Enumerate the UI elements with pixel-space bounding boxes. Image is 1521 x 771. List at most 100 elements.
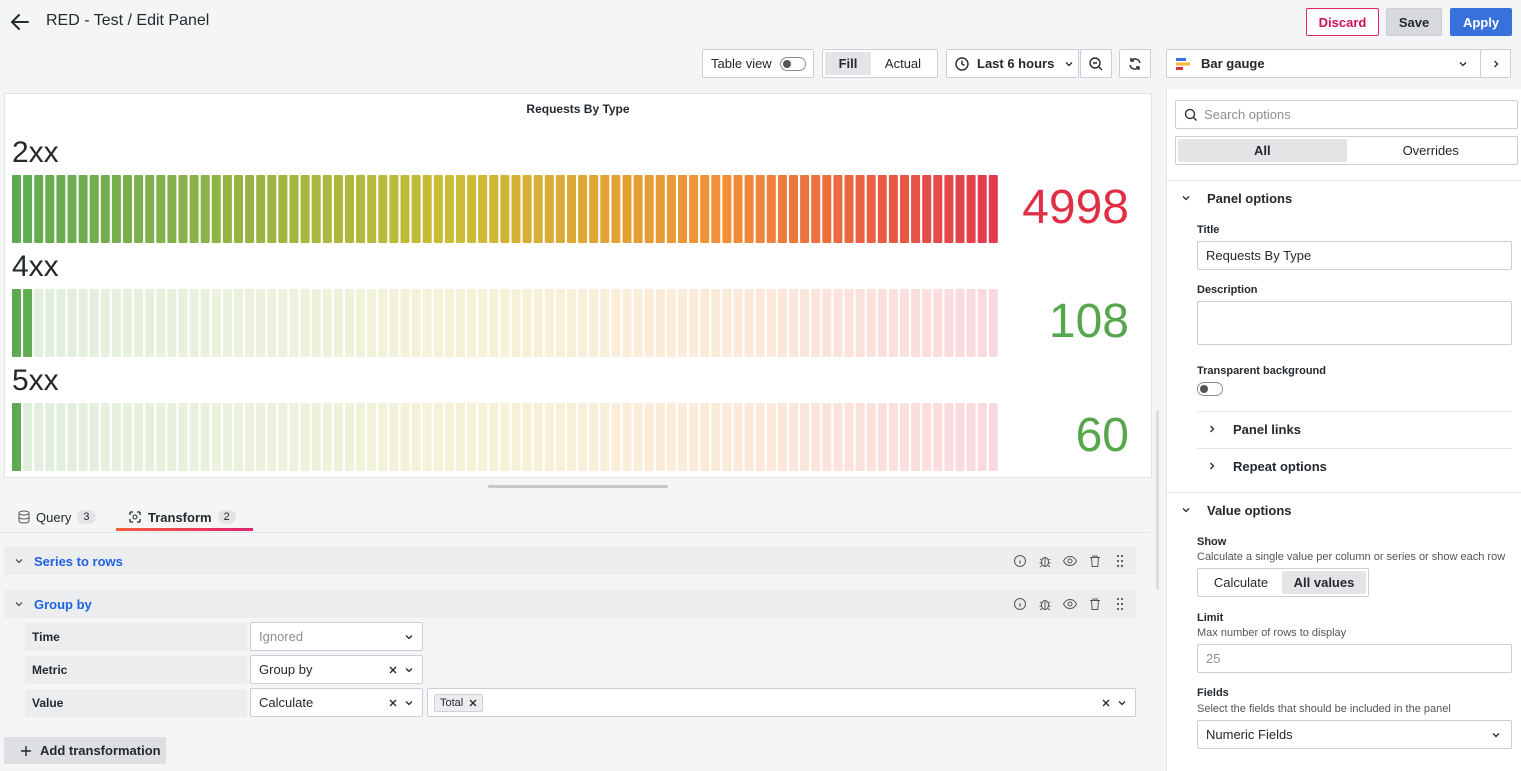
gauge-segment-unlit bbox=[922, 403, 932, 471]
value-select-value: Calculate bbox=[259, 695, 314, 710]
tab-transform[interactable]: Transform 2 bbox=[128, 504, 236, 530]
trash-icon[interactable] bbox=[1087, 596, 1103, 612]
actual-option[interactable]: Actual bbox=[871, 52, 935, 75]
gauge-segment-lit bbox=[322, 175, 332, 243]
panel-options-title: Panel options bbox=[1207, 190, 1293, 206]
add-transformation-button[interactable]: Add transformation bbox=[4, 737, 166, 764]
chevron-down-icon bbox=[404, 698, 414, 708]
eye-icon[interactable] bbox=[1062, 596, 1078, 612]
drag-handle-icon[interactable] bbox=[1112, 596, 1128, 612]
panel-links-title: Panel links bbox=[1233, 421, 1301, 437]
info-icon[interactable] bbox=[1012, 596, 1028, 612]
clear-icon[interactable] bbox=[1101, 698, 1111, 708]
discard-button[interactable]: Discard bbox=[1306, 8, 1379, 36]
panel-options-header[interactable]: Panel options bbox=[1167, 189, 1521, 207]
repeat-options-header[interactable]: Repeat options bbox=[1167, 457, 1521, 475]
toggle-options-pane-button[interactable] bbox=[1480, 49, 1511, 78]
clear-icon[interactable] bbox=[388, 698, 398, 708]
gauge-segment-unlit bbox=[267, 289, 277, 357]
tab-all[interactable]: All bbox=[1178, 139, 1347, 162]
gauge-segment-unlit bbox=[888, 403, 898, 471]
gauge-segment-lit bbox=[156, 175, 166, 243]
panel-links-header[interactable]: Panel links bbox=[1167, 420, 1521, 438]
gauge-segment-unlit bbox=[367, 403, 377, 471]
gauge-segment-unlit bbox=[333, 289, 343, 357]
transparent-background-switch[interactable] bbox=[1197, 382, 1223, 396]
gauge-segment-lit bbox=[666, 175, 676, 243]
show-all-values-option[interactable]: All values bbox=[1282, 571, 1366, 594]
tab-overrides[interactable]: Overrides bbox=[1347, 139, 1516, 162]
value-options-header[interactable]: Value options bbox=[1167, 501, 1521, 519]
fields-select[interactable]: Numeric Fields bbox=[1197, 720, 1512, 749]
back-arrow-icon[interactable] bbox=[8, 10, 32, 34]
gauge-segment-unlit bbox=[500, 403, 510, 471]
table-view-toggle[interactable]: Table view bbox=[702, 49, 814, 78]
gauge-segment-lit bbox=[23, 289, 33, 357]
zoom-out-button[interactable] bbox=[1080, 49, 1112, 78]
show-calculate-option[interactable]: Calculate bbox=[1200, 571, 1282, 594]
tab-transform-count: 2 bbox=[217, 510, 236, 524]
panel-resize-handle[interactable] bbox=[488, 485, 668, 488]
gauge-segment-lit bbox=[633, 175, 643, 243]
gauge-segment-unlit bbox=[811, 289, 821, 357]
gauge-segment-lit bbox=[733, 175, 743, 243]
gauge-segment-lit bbox=[622, 175, 632, 243]
gauge-segment-unlit bbox=[633, 289, 643, 357]
gauge-segment-lit bbox=[211, 175, 221, 243]
gauge-segment-unlit bbox=[644, 403, 654, 471]
save-button[interactable]: Save bbox=[1386, 8, 1442, 36]
tab-query[interactable]: Query 3 bbox=[18, 504, 96, 530]
info-icon[interactable] bbox=[1012, 553, 1028, 569]
refresh-button[interactable] bbox=[1119, 49, 1151, 78]
fill-option[interactable]: Fill bbox=[825, 52, 871, 75]
visualization-picker[interactable]: Bar gauge bbox=[1166, 49, 1481, 78]
gauge-segment-unlit bbox=[578, 289, 588, 357]
gauge-segment-unlit bbox=[167, 289, 177, 357]
gauge-segment-unlit bbox=[211, 403, 221, 471]
gauge-segment-lit bbox=[511, 175, 521, 243]
gauge-segment-unlit bbox=[189, 403, 199, 471]
debug-icon[interactable] bbox=[1037, 596, 1053, 612]
table-view-switch[interactable] bbox=[779, 56, 806, 71]
gauge-label-2xx: 2xx bbox=[12, 136, 59, 169]
clear-icon[interactable] bbox=[388, 665, 398, 675]
calculations-multiselect[interactable]: Total bbox=[427, 688, 1136, 717]
gauge-segment-lit bbox=[433, 175, 443, 243]
gauge-segment-unlit bbox=[955, 289, 965, 357]
chevron-down-icon bbox=[1491, 730, 1501, 740]
gauge-segment-unlit bbox=[833, 403, 843, 471]
gauge-segment-unlit bbox=[911, 403, 921, 471]
gauge-segment-lit bbox=[56, 175, 66, 243]
gauge-segment-unlit bbox=[111, 403, 121, 471]
gauge-segment-lit bbox=[811, 175, 821, 243]
chevron-down-icon[interactable] bbox=[14, 599, 24, 609]
limit-input[interactable]: 25 bbox=[1197, 644, 1512, 673]
trash-icon[interactable] bbox=[1087, 553, 1103, 569]
gauge-segment-unlit bbox=[378, 403, 388, 471]
metric-select[interactable]: Group by bbox=[250, 655, 423, 684]
transformation-series-to-rows[interactable]: Series to rows bbox=[4, 547, 1136, 575]
time-select[interactable]: Ignored bbox=[250, 622, 423, 651]
title-input[interactable]: Requests By Type bbox=[1197, 241, 1512, 270]
chevron-down-icon[interactable] bbox=[14, 556, 24, 566]
gauge-segment-unlit bbox=[544, 403, 554, 471]
transformation-group-by[interactable]: Group by bbox=[4, 590, 1136, 618]
apply-button[interactable]: Apply bbox=[1450, 8, 1512, 36]
pane-splitter[interactable] bbox=[1156, 410, 1159, 590]
description-textarea[interactable] bbox=[1197, 301, 1512, 345]
gauge-segment-unlit bbox=[478, 403, 488, 471]
eye-icon[interactable] bbox=[1062, 553, 1078, 569]
debug-icon[interactable] bbox=[1037, 553, 1053, 569]
search-options-input[interactable]: Search options bbox=[1175, 100, 1518, 129]
chevron-down-icon bbox=[404, 632, 414, 642]
gauge-segment-unlit bbox=[211, 289, 221, 357]
show-description: Calculate a single value per column or s… bbox=[1197, 551, 1506, 563]
value-select[interactable]: Calculate bbox=[250, 688, 423, 717]
time-range-picker[interactable]: Last 6 hours bbox=[946, 49, 1079, 78]
drag-handle-icon[interactable] bbox=[1112, 553, 1128, 569]
gauge-segment-unlit bbox=[489, 403, 499, 471]
remove-tag-icon[interactable] bbox=[469, 699, 477, 707]
gauge-segment-unlit bbox=[333, 403, 343, 471]
gauge-segment-unlit bbox=[900, 289, 909, 357]
calculation-tag: Total bbox=[434, 693, 484, 712]
